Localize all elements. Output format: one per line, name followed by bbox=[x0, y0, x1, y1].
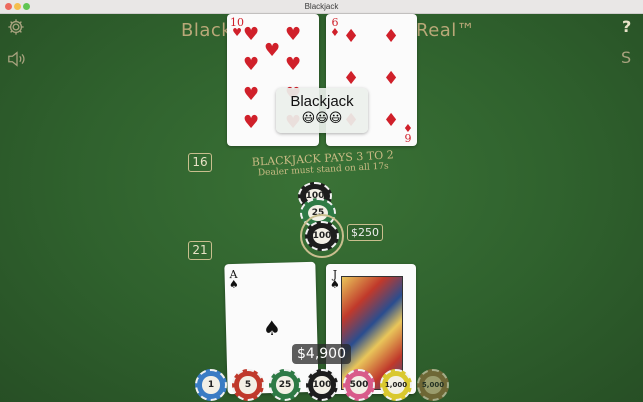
result-banner: Blackjack 😃😃😃 bbox=[276, 88, 368, 133]
balance-display: $4,900 bbox=[292, 344, 351, 364]
chip-1000[interactable]: 1,000 bbox=[380, 369, 412, 401]
question-mark-icon[interactable]: ? bbox=[622, 19, 631, 35]
table-rules: BLACKJACK PAYS 3 TO 2 Dealer must stand … bbox=[238, 148, 409, 180]
gear-icon[interactable] bbox=[7, 18, 25, 39]
dollar-icon[interactable]: S bbox=[621, 50, 631, 66]
card-corner: 6 ♦ bbox=[403, 121, 413, 144]
game-window: Blackjack Blackc Real™ ? S 10 ♥ ♥ ♥ ♥ ♥ ♥ ♥… bbox=[0, 0, 643, 402]
player-score: 21 bbox=[188, 241, 212, 260]
bet-circle[interactable]: 100 bbox=[300, 214, 344, 258]
dealer-score: 16 bbox=[188, 153, 212, 172]
maximize-window-button[interactable] bbox=[23, 3, 30, 10]
chip-25[interactable]: 25 bbox=[269, 369, 301, 401]
window-title: Blackjack bbox=[304, 2, 339, 11]
minimize-window-button[interactable] bbox=[14, 3, 21, 10]
speaker-icon[interactable] bbox=[7, 50, 27, 71]
table-title-right: Real™ bbox=[416, 20, 476, 41]
bet-amount: $250 bbox=[347, 224, 383, 241]
chip-500[interactable]: 500 bbox=[343, 369, 375, 401]
card-corner: 6 ♦ bbox=[330, 16, 340, 39]
chip-100[interactable]: 100 bbox=[306, 369, 338, 401]
card-corner: 10 ♥ bbox=[230, 16, 244, 39]
card-corner: J ♠ bbox=[330, 268, 340, 291]
chip-5[interactable]: 5 bbox=[232, 369, 264, 401]
result-label: Blackjack bbox=[290, 93, 354, 110]
chip-1[interactable]: 1 bbox=[195, 369, 227, 401]
result-emojis: 😃😃😃 bbox=[301, 111, 343, 126]
chip-5000[interactable]: 5,000 bbox=[417, 369, 449, 401]
card-corner: A ♠ bbox=[228, 267, 239, 292]
bet-chip-3[interactable]: 100 bbox=[305, 221, 339, 251]
title-bar: Blackjack bbox=[0, 0, 643, 14]
close-window-button[interactable] bbox=[5, 3, 12, 10]
